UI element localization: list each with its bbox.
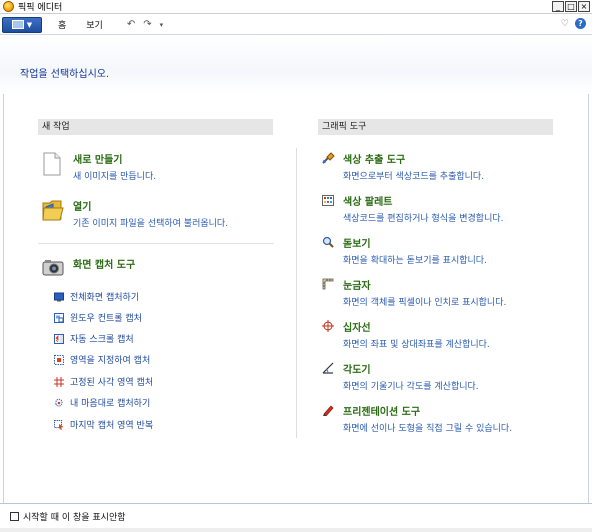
capture-window-control-label: 윈도우 컨트롤 캡처	[70, 314, 142, 324]
ruler-title: 눈금자	[343, 281, 371, 292]
magnifier-desc: 화면을 확대하는 돋보기를 표시합니다.	[343, 256, 487, 266]
capture-fixed-rect[interactable]: 고정된 사각 영역 캡처	[54, 375, 153, 388]
page-title: 작업을 선택하십시오.	[20, 69, 110, 80]
undo-icon[interactable]: ↶	[127, 19, 135, 30]
app-menu-icon	[11, 20, 24, 29]
color-extract-title: 색상 추출 도구	[343, 155, 406, 166]
title-bar: 픽픽 에디터 _ □ ×	[0, 0, 592, 14]
hide-on-startup-checkbox[interactable]	[10, 512, 19, 521]
magnifier-icon	[322, 236, 334, 248]
capture-auto-scroll-label: 자동 스크롤 캡처	[70, 335, 134, 345]
repeat-last-icon	[54, 419, 64, 430]
capture-freehand-label: 내 마음대로 캡처하기	[70, 399, 151, 409]
window-controls: _ □ ×	[552, 1, 590, 12]
color-palette-desc: 색상코드를 편집하거나 형식을 변경합니다.	[343, 214, 504, 224]
ribbon-bar: ▼ 홈 보기 ↶ ↷ ▾ ♡ ?	[0, 15, 592, 35]
capture-fixed-rect-label: 고정된 사각 영역 캡처	[70, 378, 154, 388]
open-title: 열기	[73, 202, 92, 213]
tab-home[interactable]: 홈	[54, 18, 70, 31]
crosshair-desc: 화면의 좌표 및 상대좌표를 계산합니다.	[343, 340, 490, 350]
hide-on-startup-label: 시작할 때 이 창을 표시안함	[23, 513, 126, 523]
fullscreen-icon	[54, 292, 64, 301]
capture-window-control[interactable]: 윈도우 컨트롤 캡처	[54, 311, 142, 324]
protractor-desc: 화면의 기울기나 각도를 계산합니다.	[343, 382, 479, 392]
presentation-tool-desc: 화면에 선이나 도형을 직접 그릴 수 있습니다.	[343, 424, 513, 434]
color-picker-icon	[322, 152, 335, 164]
new-desc: 새 이미지를 만듭니다.	[73, 172, 157, 182]
window-control-icon	[54, 312, 64, 323]
presentation-tool-item[interactable]: 프리젠테이션 도구 화면에 선이나 도형을 직접 그릴 수 있습니다.	[343, 403, 512, 434]
color-palette-icon	[322, 195, 334, 206]
window-title: 픽픽 에디터	[18, 3, 63, 13]
ruler-item[interactable]: 눈금자 화면의 객체를 픽셀이나 인치로 표시합니다.	[343, 277, 506, 308]
capture-region[interactable]: 영역을 지정하여 캡처	[54, 353, 150, 366]
protractor-icon	[322, 362, 334, 374]
open-item[interactable]: 열기 기존 이미지 파일을 선택하여 불러옵니다.	[73, 198, 228, 229]
capture-fullscreen[interactable]: 전체화면 캡처하기	[54, 290, 139, 303]
pen-icon	[323, 405, 334, 416]
capture-repeat-last-label: 마지막 캡처 영역 반복	[70, 421, 154, 431]
help-icon[interactable]: ?	[575, 18, 586, 29]
ribbon-right-controls: ♡ ?	[561, 18, 586, 29]
crosshair-icon	[322, 320, 334, 332]
crosshair-title: 십자선	[343, 323, 371, 334]
app-logo-icon	[3, 1, 14, 12]
protractor-item[interactable]: 각도기 화면의 기울기나 각도를 계산합니다.	[343, 361, 479, 392]
section-new-task: 새 작업	[38, 119, 273, 135]
color-extract-item[interactable]: 색상 추출 도구 화면으로부터 색상코드를 추출합니다.	[343, 151, 484, 182]
protractor-title: 각도기	[343, 365, 371, 376]
presentation-tool-title: 프리젠테이션 도구	[343, 407, 421, 418]
new-file-icon	[43, 152, 61, 176]
capture-fullscreen-label: 전체화면 캡처하기	[70, 293, 140, 303]
capture-region-label: 영역을 지정하여 캡처	[70, 356, 151, 366]
capture-tool-title: 화면 캡처 도구	[73, 260, 136, 271]
open-desc: 기존 이미지 파일을 선택하여 불러옵니다.	[73, 219, 229, 229]
freehand-capture-icon	[55, 398, 63, 407]
ruler-icon	[322, 278, 334, 290]
open-folder-icon	[42, 200, 64, 221]
region-select-icon	[54, 354, 64, 365]
column-divider	[296, 148, 297, 438]
crosshair-item[interactable]: 십자선 화면의 좌표 및 상대좌표를 계산합니다.	[343, 319, 490, 350]
magnifier-title: 돋보기	[343, 239, 371, 250]
color-extract-desc: 화면으로부터 색상코드를 추출합니다.	[343, 172, 485, 182]
ribbon-collapse-icon[interactable]: ♡	[561, 19, 569, 29]
maximize-button[interactable]: □	[565, 1, 577, 12]
ruler-desc: 화면의 객체를 픽셀이나 인치로 표시합니다.	[343, 298, 507, 308]
capture-freehand[interactable]: 내 마음대로 캡처하기	[54, 396, 150, 409]
section-divider	[38, 243, 274, 244]
redo-icon[interactable]: ↷	[143, 19, 151, 30]
tab-view[interactable]: 보기	[82, 18, 107, 31]
section-graphic-tools: 그래픽 도구	[318, 119, 553, 135]
new-title: 새로 만들기	[73, 155, 123, 166]
chevron-down-icon: ▼	[26, 20, 33, 29]
fixed-rect-icon	[54, 376, 64, 387]
color-palette-title: 색상 팔레트	[343, 197, 393, 208]
camera-icon	[42, 260, 64, 276]
capture-auto-scroll[interactable]: 자동 스크롤 캡처	[54, 332, 134, 345]
new-item[interactable]: 새로 만들기 새 이미지를 만듭니다.	[73, 151, 156, 182]
close-button[interactable]: ×	[578, 1, 590, 12]
capture-repeat-last[interactable]: 마지막 캡처 영역 반복	[54, 418, 153, 431]
auto-scroll-icon	[54, 333, 64, 344]
capture-tool-item[interactable]: 화면 캡처 도구	[73, 256, 135, 271]
color-palette-item[interactable]: 색상 팔레트 색상코드를 편집하거나 형식을 변경합니다.	[343, 193, 504, 224]
magnifier-item[interactable]: 돋보기 화면을 확대하는 돋보기를 표시합니다.	[343, 235, 487, 266]
minimize-button[interactable]: _	[552, 1, 564, 12]
app-menu-button[interactable]: ▼	[2, 16, 42, 33]
quick-access-toolbar: ↶ ↷ ▾	[127, 19, 163, 30]
qat-dropdown-icon[interactable]: ▾	[160, 21, 164, 29]
header: 작업을 선택하십시오.	[0, 36, 592, 94]
window-bottom-edge	[0, 528, 592, 532]
